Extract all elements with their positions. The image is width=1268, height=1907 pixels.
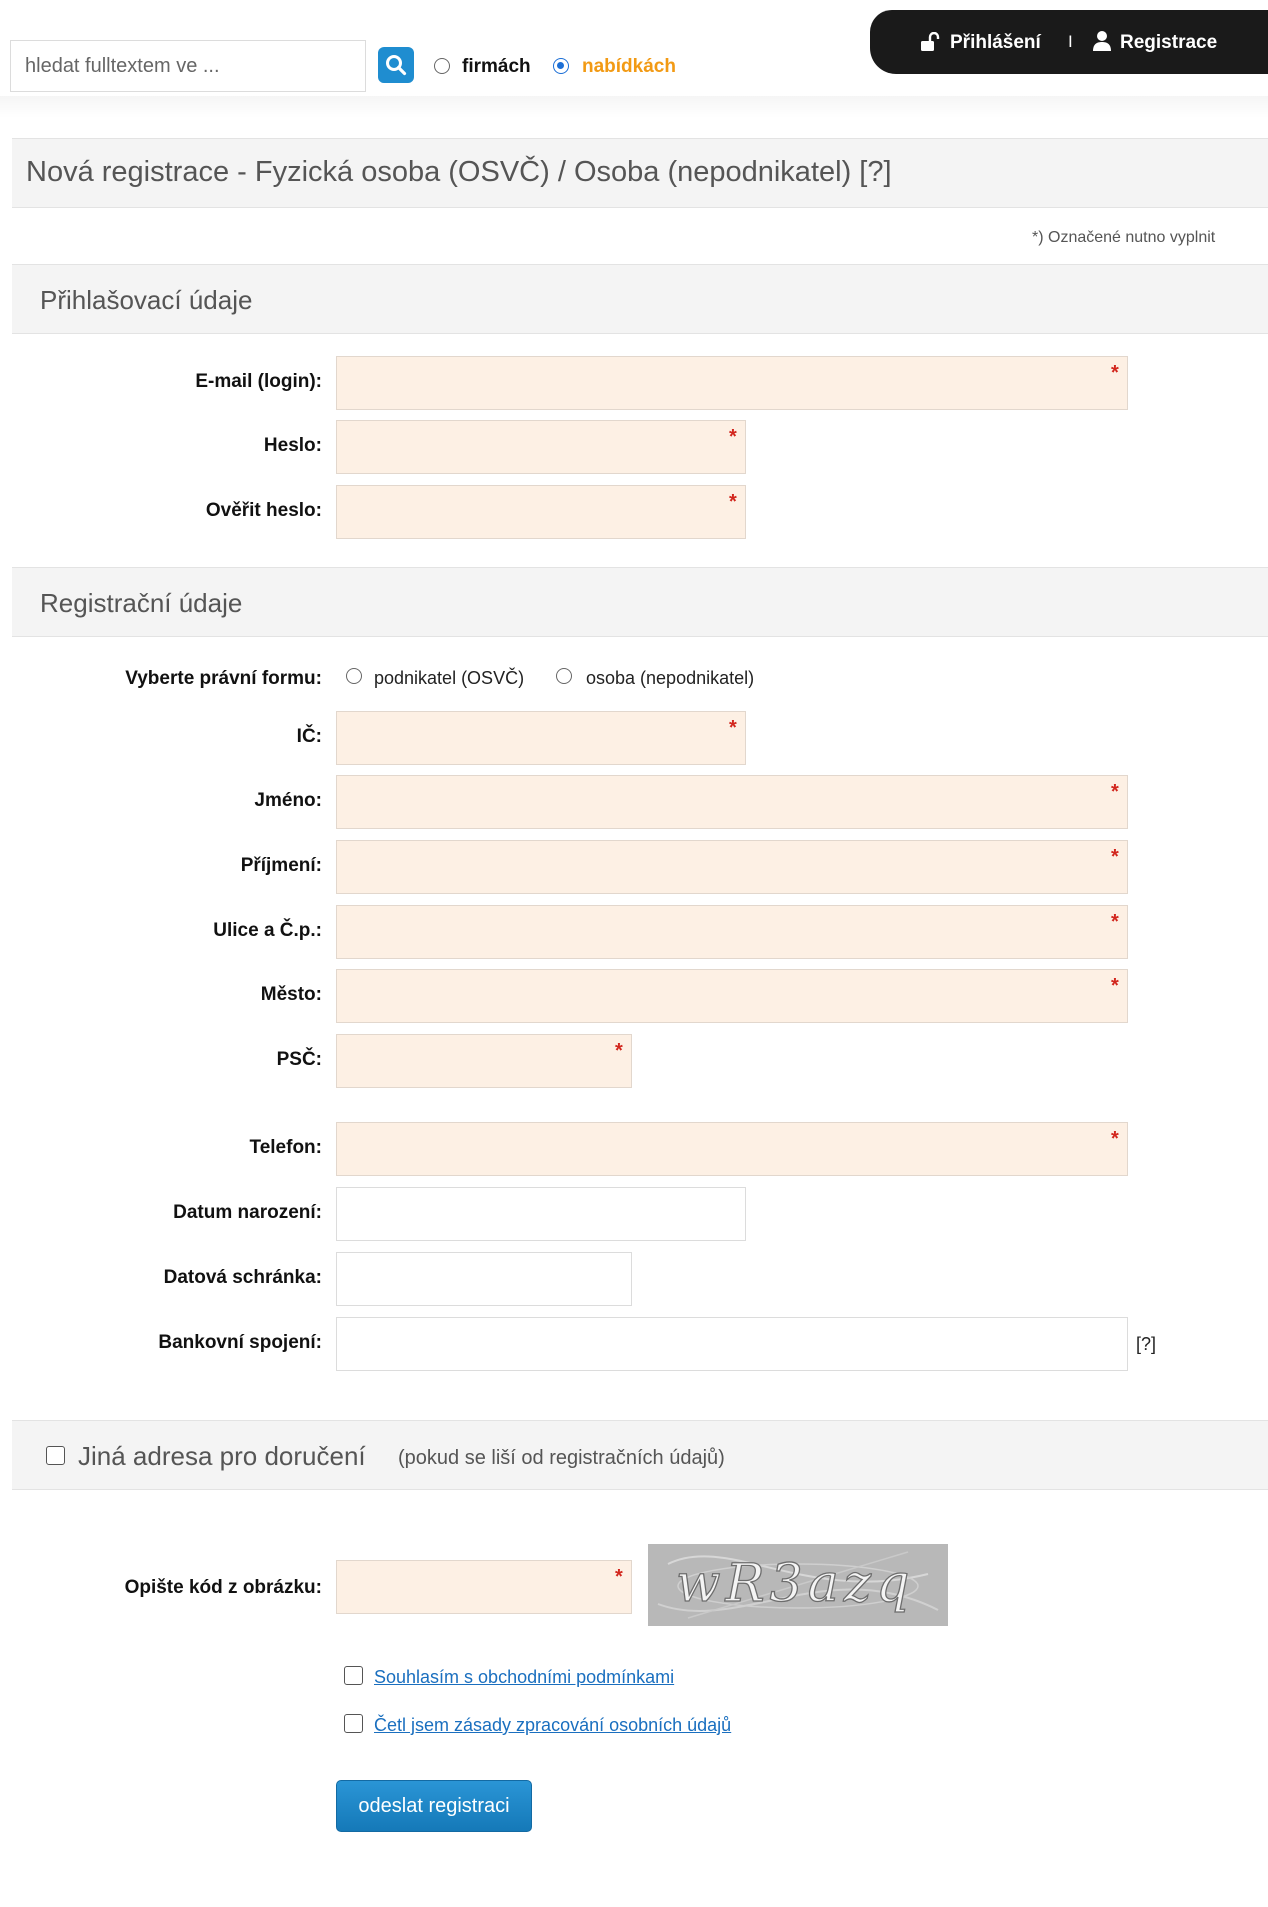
last-name-label: Příjmení: [240,855,322,876]
register-link[interactable]: Registrace [1120,32,1217,54]
section-login-title: Přihlašovací údaje [40,285,253,315]
section-alt-address-title[interactable]: Jiná adresa pro doručení [78,1441,366,1472]
terms-checkbox[interactable] [344,1666,363,1685]
search-icon [386,55,407,76]
search-scope-offers-radio[interactable] [553,58,569,74]
birth-date-field[interactable] [336,1187,746,1241]
city-field[interactable]: * [336,969,1128,1023]
alt-address-checkbox[interactable] [46,1446,65,1465]
search-input[interactable] [10,40,366,92]
first-name-label: Jméno: [254,790,322,811]
email-label: E-mail (login): [195,371,322,392]
legal-form-person-label[interactable]: osoba (nepodnikatel) [586,668,754,689]
search-scope-companies-label[interactable]: firmách [462,56,531,78]
required-mark: * [615,1040,623,1062]
auth-separator: I [1068,32,1073,51]
captcha-label: Opište kód z obrázku: [124,1577,322,1598]
required-note: *) Označené nutno vyplnit [1032,229,1216,246]
required-mark: * [729,426,737,448]
ic-field[interactable]: * [336,711,746,765]
user-icon [1092,30,1112,57]
legal-form-entrepreneur-radio[interactable] [346,668,362,684]
bank-field[interactable] [336,1317,1128,1371]
terms-link[interactable]: Souhlasím s obchodními podmínkami [374,1667,674,1688]
bank-label: Bankovní spojení: [158,1332,322,1353]
email-field[interactable]: * [336,356,1128,410]
phone-label: Telefon: [249,1137,322,1158]
section-alt-address: Jiná adresa pro doručení (pokud se liší … [12,1420,1268,1490]
page-title: Nová registrace - Fyzická osoba (OSVČ) /… [26,156,892,188]
required-mark: * [1111,781,1119,803]
privacy-link[interactable]: Četl jsem zásady zpracování osobních úda… [374,1715,731,1736]
captcha-field[interactable]: * [336,1560,632,1614]
street-label: Ulice a Č.p.: [213,920,322,941]
phone-field[interactable]: * [336,1122,1128,1176]
auth-bar: Přihlášení I Registrace [870,10,1268,74]
ic-label: IČ: [296,726,322,747]
zip-field[interactable]: * [336,1034,632,1088]
city-label: Město: [260,984,322,1005]
login-link[interactable]: Přihlášení [950,32,1041,54]
last-name-field[interactable]: * [336,840,1128,894]
header-divider [0,96,1268,118]
unlock-icon [920,31,942,57]
data-box-field[interactable] [336,1252,632,1306]
required-mark: * [729,491,737,513]
zip-label: PSČ: [276,1049,322,1070]
section-login: Přihlašovací údaje [12,264,1268,334]
required-mark: * [615,1566,623,1588]
street-field[interactable]: * [336,905,1128,959]
birth-date-label: Datum narození: [173,1202,322,1223]
password-label: Heslo: [263,435,322,456]
data-box-label: Datová schránka: [163,1267,322,1288]
privacy-checkbox[interactable] [344,1714,363,1733]
captcha-image: wR3azq [648,1544,948,1626]
section-alt-address-note: (pokud se liší od registračních údajů) [398,1447,725,1469]
required-mark: * [1111,846,1119,868]
page-title-box: Nová registrace - Fyzická osoba (OSVČ) /… [12,138,1268,208]
legal-form-label: Vyberte právní formu: [125,668,322,689]
bank-help-link[interactable]: [?] [1136,1334,1156,1355]
legal-form-person-radio[interactable] [556,668,572,684]
required-mark: * [1111,911,1119,933]
password-confirm-label: Ověřit heslo: [205,500,322,521]
required-mark: * [1111,975,1119,997]
section-registration-title: Registrační údaje [40,588,243,618]
submit-button-label: odeslat registraci [358,1794,510,1817]
first-name-field[interactable]: * [336,775,1128,829]
section-registration: Registrační údaje [12,567,1268,637]
password-field[interactable]: * [336,420,746,474]
captcha-text: wR3azq [675,1553,915,1614]
submit-button[interactable]: odeslat registraci [336,1780,532,1832]
legal-form-entrepreneur-label[interactable]: podnikatel (OSVČ) [374,668,524,689]
required-mark: * [729,717,737,739]
required-mark: * [1111,1128,1119,1150]
search-scope-offers-label[interactable]: nabídkách [582,56,676,78]
search-button[interactable] [378,47,414,83]
search-scope-companies-radio[interactable] [434,58,450,74]
password-confirm-field[interactable]: * [336,485,746,539]
required-mark: * [1111,362,1119,384]
